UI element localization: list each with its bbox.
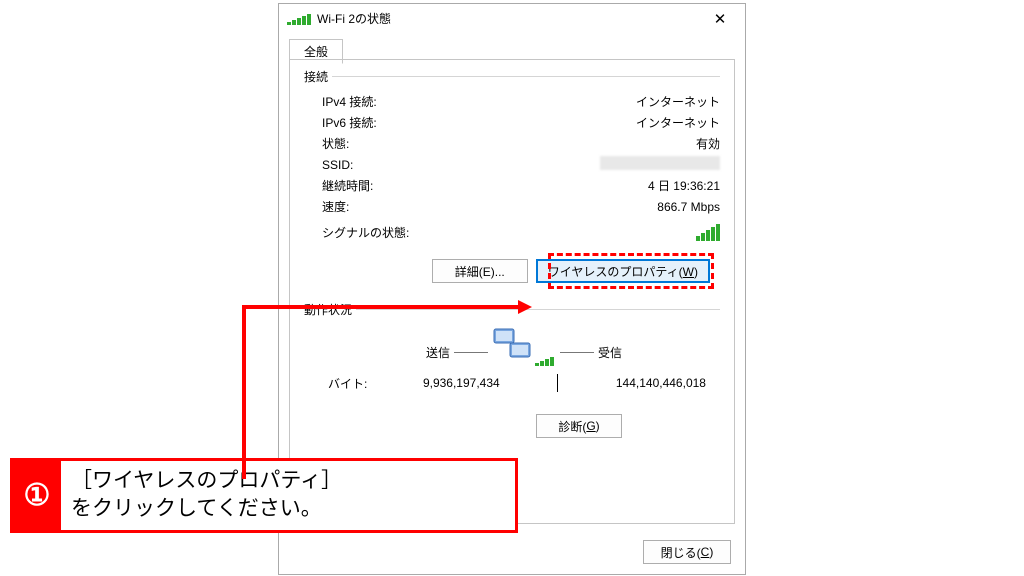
row-signal: シグナルの状態: (322, 217, 720, 247)
bytes-label: バイト: (328, 375, 367, 392)
instruction-annotation: ① ［ワイヤレスのプロパティ］ をクリックしてください。 (10, 458, 518, 533)
value-signal (696, 223, 720, 241)
tab-strip: 全般 (279, 33, 745, 59)
row-ssid: SSID: (322, 154, 720, 175)
label-duration: 継続時間: (322, 177, 373, 194)
sent-bytes: 9,936,197,434 (423, 376, 500, 390)
row-speed: 速度: 866.7 Mbps (322, 196, 720, 217)
separator (557, 374, 558, 392)
label-state: 状態: (322, 135, 349, 152)
value-ipv4: インターネット (636, 93, 720, 110)
step-number-badge: ① (13, 461, 61, 530)
recv-bytes: 144,140,446,018 (616, 376, 706, 390)
close-button[interactable]: 閉じる(C) (643, 540, 731, 564)
activity-icon (304, 322, 720, 368)
wifi-icon (287, 13, 311, 25)
mini-signal-icon (535, 356, 554, 366)
instruction-text: ［ワイヤレスのプロパティ］ をクリックしてください。 (61, 461, 515, 530)
arrow-horizontal (242, 305, 520, 309)
connection-group-title: 接続 (304, 68, 332, 85)
bottom-button-row: プロパティ(P) 無効にする(D) 診断(G) (304, 404, 720, 442)
row-duration: 継続時間: 4 日 19:36:21 (322, 175, 720, 196)
tab-panel-general: 接続 IPv4 接続: インターネット IPv6 接続: インターネット 状態:… (289, 59, 735, 524)
value-duration: 4 日 19:36:21 (648, 177, 720, 194)
wireless-properties-button[interactable]: ワイヤレスのプロパティ(W) (536, 259, 710, 283)
label-ipv6: IPv6 接続: (322, 114, 377, 131)
value-ipv6: インターネット (636, 114, 720, 131)
dialog-footer: 閉じる(C) (279, 532, 745, 574)
value-speed: 866.7 Mbps (657, 200, 720, 214)
row-ipv4: IPv4 接続: インターネット (322, 91, 720, 112)
titlebar: Wi-Fi 2の状態 ✕ (279, 4, 745, 33)
value-state: 有効 (696, 135, 720, 152)
window-title: Wi-Fi 2の状態 (317, 10, 701, 27)
diagnose-button[interactable]: 診断(G) (536, 414, 622, 438)
bytes-row: バイト: 9,936,197,434 144,140,446,018 (304, 368, 720, 396)
label-signal: シグナルの状態: (322, 224, 409, 241)
row-state: 状態: 有効 (322, 133, 720, 154)
label-ssid: SSID: (322, 158, 353, 172)
activity-group-title: 動作状況 (304, 301, 356, 318)
row-ipv6: IPv6 接続: インターネット (322, 112, 720, 133)
connection-group: 接続 IPv4 接続: インターネット IPv6 接続: インターネット 状態:… (304, 68, 720, 291)
activity-group: 動作状況 送信 受信 (304, 301, 720, 400)
arrow-vertical (242, 307, 246, 479)
arrow-head-icon (518, 300, 532, 314)
label-speed: 速度: (322, 198, 349, 215)
value-ssid (600, 156, 720, 173)
close-icon[interactable]: ✕ (701, 7, 739, 31)
label-ipv4: IPv4 接続: (322, 93, 377, 110)
details-button[interactable]: 詳細(E)... (432, 259, 528, 283)
